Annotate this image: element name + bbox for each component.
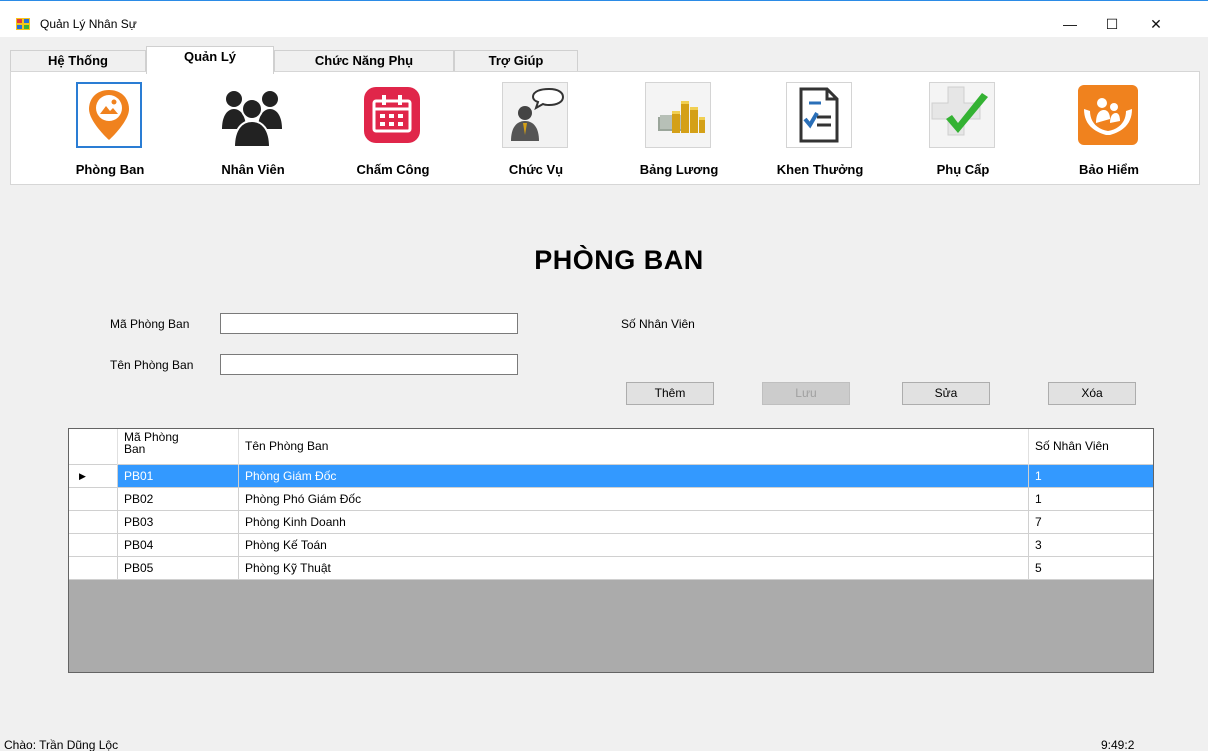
table-row[interactable]: PB05 Phòng Kỹ Thuật 5 <box>69 557 1153 580</box>
luu-button[interactable]: Lưu <box>762 382 850 405</box>
tab-he-thong[interactable]: Hệ Thống <box>10 50 146 72</box>
checklist-icon <box>786 82 852 148</box>
them-button[interactable]: Thêm <box>626 382 714 405</box>
cell-ten[interactable]: Phòng Kinh Doanh <box>239 511 1029 533</box>
toolbar-label: Chấm Công <box>356 162 430 177</box>
tab-tro-giup[interactable]: Trợ Giúp <box>454 50 578 72</box>
bang-luong-button[interactable]: Bảng Lương <box>627 80 731 180</box>
column-header-so-nhan-vien[interactable]: Số Nhân Viên <box>1029 429 1153 465</box>
cell-ma[interactable]: PB05 <box>118 557 239 579</box>
toolbar-label: Phòng Ban <box>75 162 145 177</box>
ten-phong-ban-label: Tên Phòng Ban <box>110 358 194 372</box>
window-title: Quản Lý Nhân Sự <box>40 17 137 31</box>
cell-so[interactable]: 1 <box>1029 465 1153 487</box>
cell-so[interactable]: 5 <box>1029 557 1153 579</box>
cell-ma[interactable]: PB02 <box>118 488 239 510</box>
toolbar-label: Bảo Hiểm <box>1079 162 1139 177</box>
toolbar-label: Khen Thưởng <box>776 162 864 177</box>
khen-thuong-button[interactable]: Khen Thưởng <box>768 80 872 180</box>
people-group-icon <box>219 82 285 148</box>
row-header[interactable] <box>69 488 118 510</box>
main-window: Quản Lý Nhân Sự — ☐ ✕ Hệ Thống Quản Lý C… <box>0 0 1208 751</box>
money-stack-icon <box>645 82 711 148</box>
tab-quan-ly[interactable]: Quản Lý <box>146 46 274 74</box>
cell-ten[interactable]: Phòng Phó Giám Đốc <box>239 488 1029 510</box>
cell-so[interactable]: 7 <box>1029 511 1153 533</box>
phong-ban-grid[interactable]: Mã Phòng Ban Tên Phòng Ban Số Nhân Viên … <box>68 428 1154 673</box>
ten-phong-ban-input[interactable] <box>220 354 518 375</box>
toolbar-label: Phụ Cấp <box>936 162 990 177</box>
toolbar-label: Nhân Viên <box>221 162 285 177</box>
table-row[interactable]: PB02 Phòng Phó Giám Đốc 1 <box>69 488 1153 511</box>
grid-header: Mã Phòng Ban Tên Phòng Ban Số Nhân Viên <box>69 429 1153 465</box>
cell-ma[interactable]: PB01 <box>118 465 239 487</box>
bao-hiem-button[interactable]: Bảo Hiểm <box>1057 80 1161 180</box>
calendar-icon <box>359 82 425 148</box>
sua-button[interactable]: Sửa <box>902 382 990 405</box>
cell-ten[interactable]: Phòng Kế Toán <box>239 534 1029 556</box>
status-greeting: Chào: Trần Dũng Lộc <box>4 738 119 751</box>
phong-ban-button[interactable]: Phòng Ban <box>58 80 162 180</box>
cell-ten[interactable]: Phòng Giám Đốc <box>239 465 1029 487</box>
location-pin-icon <box>76 82 142 148</box>
column-header-ma[interactable]: Mã Phòng Ban <box>118 429 239 465</box>
family-hands-icon <box>1075 82 1141 148</box>
green-check-icon <box>929 82 995 148</box>
table-row[interactable]: PB04 Phòng Kế Toán 3 <box>69 534 1153 557</box>
row-header[interactable] <box>69 557 118 579</box>
title-bar: Quản Lý Nhân Sự — ☐ ✕ <box>0 1 1208 37</box>
maximize-button[interactable]: ☐ <box>1092 11 1132 37</box>
phu-cap-button[interactable]: Phụ Cấp <box>911 80 1015 180</box>
cell-ma[interactable]: PB03 <box>118 511 239 533</box>
xoa-button[interactable]: Xóa <box>1048 382 1136 405</box>
ribbon-tabs: Hệ Thống Quản Lý Chức Năng Phụ Trợ Giúp <box>10 46 1200 74</box>
toolbar-label: Chức Vụ <box>508 162 564 177</box>
speech-person-icon <box>502 82 568 148</box>
cell-ten[interactable]: Phòng Kỹ Thuật <box>239 557 1029 579</box>
table-row[interactable]: ▶ PB01 Phòng Giám Đốc 1 <box>69 465 1153 488</box>
toolbar-label: Bảng Lương <box>639 162 719 177</box>
ma-phong-ban-label: Mã Phòng Ban <box>110 317 190 331</box>
current-row-indicator[interactable]: ▶ <box>69 465 118 487</box>
chuc-vu-button[interactable]: Chức Vụ <box>484 80 588 180</box>
column-header-ten[interactable]: Tên Phòng Ban <box>239 429 1029 465</box>
minimize-button[interactable]: — <box>1050 11 1090 37</box>
ma-phong-ban-input[interactable] <box>220 313 518 334</box>
close-button[interactable]: ✕ <box>1136 11 1176 37</box>
status-clock: 9:49:2 <box>1101 738 1135 751</box>
page-title: PHÒNG BAN <box>534 245 704 275</box>
cell-so[interactable]: 1 <box>1029 488 1153 510</box>
tab-chuc-nang-phu[interactable]: Chức Năng Phụ <box>274 50 454 72</box>
table-row[interactable]: PB03 Phòng Kinh Doanh 7 <box>69 511 1153 534</box>
cell-ma[interactable]: PB04 <box>118 534 239 556</box>
row-header-corner <box>69 429 118 465</box>
cham-cong-button[interactable]: Chấm Công <box>341 80 445 180</box>
row-header[interactable] <box>69 511 118 533</box>
app-icon <box>16 18 30 30</box>
toolbar-panel: Phòng Ban Nhân Viên Chấm Công Chức Vụ Bả… <box>10 71 1200 185</box>
cell-so[interactable]: 3 <box>1029 534 1153 556</box>
row-header[interactable] <box>69 534 118 556</box>
so-nhan-vien-label: Số Nhân Viên <box>621 317 695 331</box>
nhan-vien-button[interactable]: Nhân Viên <box>201 80 305 180</box>
